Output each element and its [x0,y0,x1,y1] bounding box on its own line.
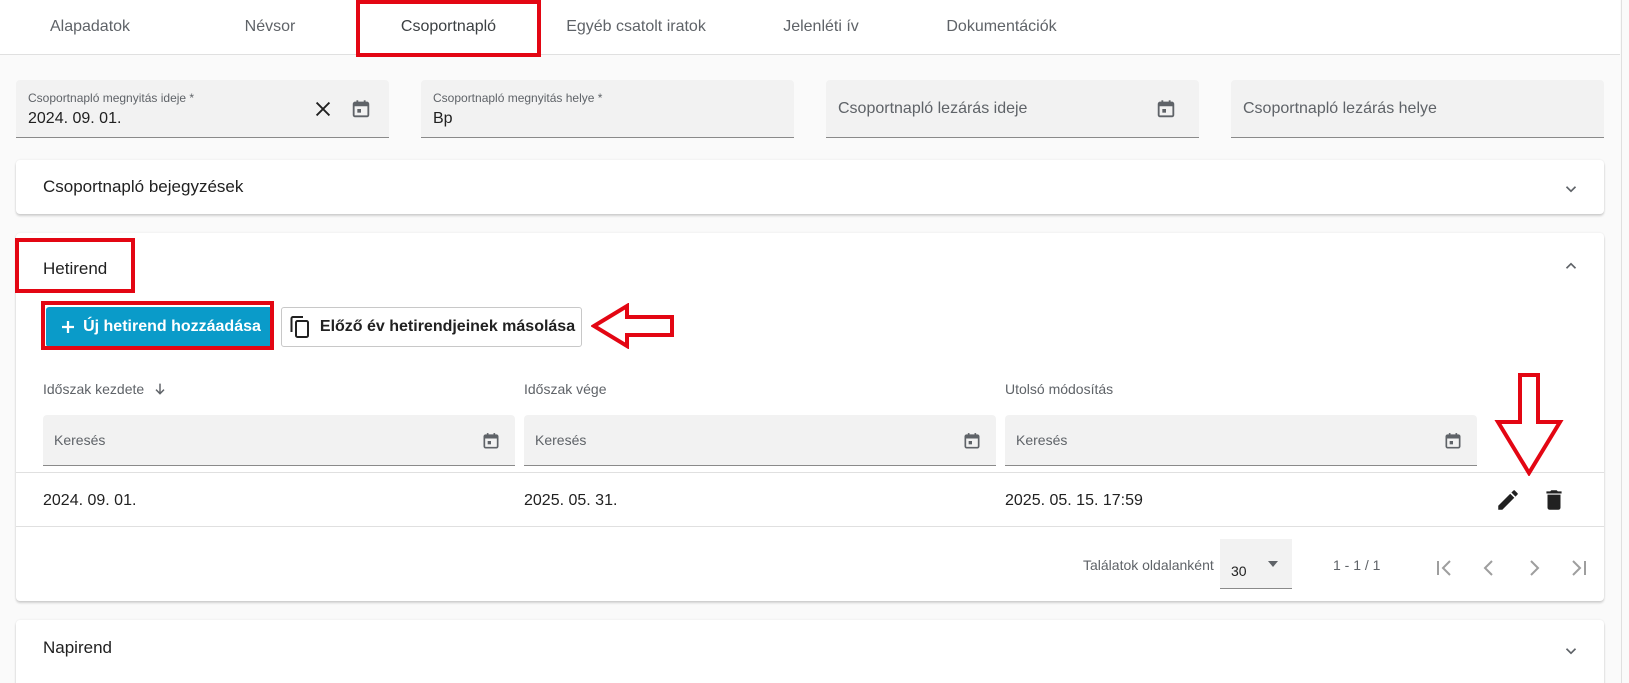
row-divider [16,526,1604,527]
annotation-arrow-left [591,303,674,349]
column-header-end[interactable]: Időszak vége [524,381,607,397]
add-weekly-button-label: Új hetirend hozzáadása [83,318,261,335]
calendar-icon[interactable] [350,98,372,120]
chevron-down-icon[interactable] [1562,180,1580,198]
chevron-up-icon[interactable] [1562,257,1580,275]
calendar-icon[interactable] [481,431,501,451]
column-header-start-label: Időszak kezdete [43,381,145,397]
per-page-label: Találatok oldalanként [1083,557,1214,573]
arrow-down-icon [155,383,165,395]
open-place-value: Bp [433,110,453,127]
plus-icon [62,321,75,333]
search-end-field[interactable] [524,415,996,466]
tab-jelenleti-iv[interactable]: Jelenléti ív [766,0,876,54]
weekly-panel-title: Hetirend [43,259,108,278]
close-date-placeholder: Csoportnapló lezárás ideje [838,100,1028,117]
search-start-field[interactable] [43,415,515,466]
open-date-label: Csoportnapló megnyitás ideje * [28,91,195,105]
entries-panel[interactable]: Csoportnapló bejegyzések [16,160,1604,214]
tab-dokumentaciok[interactable]: Dokumentációk [934,0,1069,54]
calendar-icon[interactable] [962,431,982,451]
copy-icon [290,316,309,338]
tab-bar: Alapadatok Névsor Csoportnapló Egyéb csa… [0,0,1620,55]
close-date-field[interactable]: Csoportnapló lezárás ideje [826,80,1199,138]
row-divider [16,472,1604,473]
search-end-input[interactable] [535,415,913,465]
close-icon[interactable] [312,98,334,120]
open-date-field[interactable]: Csoportnapló megnyitás ideje * 2024. 09.… [16,80,389,138]
search-modified-input[interactable] [1016,415,1394,465]
cell-end: 2025. 05. 31. [524,492,618,509]
delete-icon[interactable] [1541,487,1567,513]
dropdown-arrow-icon [1268,561,1278,567]
cell-modified: 2025. 05. 15. 17:59 [1005,492,1143,509]
daily-panel[interactable]: Napirend [16,620,1604,683]
open-place-label: Csoportnapló megnyitás helye * [433,91,603,105]
column-header-modified[interactable]: Utolsó módosítás [1005,381,1113,397]
per-page-select[interactable]: 30 [1220,539,1292,589]
scroll-edge [1621,0,1622,683]
close-place-field[interactable]: Csoportnapló lezárás helye [1231,80,1604,138]
calendar-icon[interactable] [1443,431,1463,451]
last-page-icon[interactable] [1567,556,1591,580]
tab-egyeb-csatolt-iratok[interactable]: Egyéb csatolt iratok [556,0,716,54]
daily-panel-title: Napirend [43,638,112,657]
search-modified-field[interactable] [1005,415,1477,466]
column-header-start[interactable]: Időszak kezdete [43,381,168,397]
calendar-icon[interactable] [1155,98,1177,120]
copy-previous-year-label: Előző év hetirendjeinek másolása [319,318,576,335]
chevron-down-icon[interactable] [1562,642,1580,660]
copy-previous-year-button[interactable]: Előző év hetirendjeinek másolása [281,307,582,347]
prev-page-icon[interactable] [1477,556,1501,580]
add-weekly-button[interactable]: Új hetirend hozzáadása [46,307,274,347]
open-place-field[interactable]: Csoportnapló megnyitás helye * Bp [421,80,794,138]
search-start-input[interactable] [54,415,432,465]
weekly-panel: Hetirend Új hetirend hozzáadása Előző év… [16,233,1604,601]
pagination-range: 1 - 1 / 1 [1333,557,1381,573]
first-page-icon[interactable] [1432,556,1456,580]
tab-csoportnaplo[interactable]: Csoportnapló [356,0,541,54]
cell-start: 2024. 09. 01. [43,492,137,509]
annotation-arrow-down [1494,373,1564,476]
per-page-value: 30 [1231,563,1247,579]
tab-nevsor[interactable]: Névsor [210,0,330,54]
open-date-value: 2024. 09. 01. [28,110,122,127]
entries-panel-title: Csoportnapló bejegyzések [43,177,244,196]
close-place-placeholder: Csoportnapló lezárás helye [1243,100,1437,117]
next-page-icon[interactable] [1522,556,1546,580]
edit-icon[interactable] [1495,487,1521,513]
tab-alapadatok[interactable]: Alapadatok [30,0,150,54]
